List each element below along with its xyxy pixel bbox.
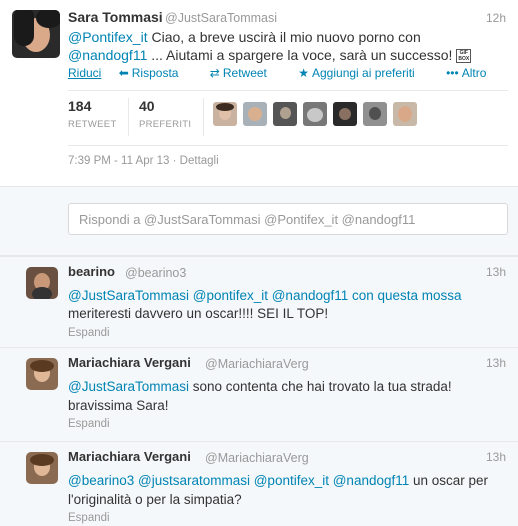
tweet-text: sono contenta che hai trovato la tua str… (189, 379, 452, 394)
favoriter-avatar[interactable] (303, 102, 327, 126)
reply-tweet[interactable]: Mariachiara Vergani @MariachiaraVerg 13h… (0, 348, 518, 442)
favorite-count: 40 (139, 98, 155, 114)
divider (68, 145, 508, 146)
favorite-label: Aggiungi ai preferiti (312, 66, 415, 80)
expand-link[interactable]: Espandi (68, 418, 110, 430)
author-fullname[interactable]: Sara Tommasi (68, 9, 163, 25)
collapse-link[interactable]: Riduci (68, 66, 101, 80)
author-fullname[interactable]: Mariachiara Vergani (68, 355, 191, 370)
author-fullname[interactable]: Mariachiara Vergani (68, 449, 191, 464)
expand-link[interactable]: Espandi (68, 327, 110, 339)
favorite-stat-label: PREFERITI (139, 119, 192, 130)
emoji-box-icon: GIF BOX (456, 49, 472, 64)
mention-link[interactable]: @JustSaraTommasi (68, 379, 189, 394)
favoriter-avatar[interactable] (363, 102, 387, 126)
more-button[interactable]: ••• Altro (446, 66, 500, 80)
tweet-text-line-1: @JustSaraTommasi sono contenta che hai t… (68, 379, 452, 394)
avatar[interactable] (12, 10, 60, 58)
expand-link[interactable]: Espandi (68, 512, 110, 524)
more-label: Altro (461, 66, 487, 80)
retweet-button[interactable]: ⇄ Retweet (210, 66, 281, 80)
divider (203, 98, 204, 136)
mention-link[interactable]: @bearino3 @justsaratommasi @pontifex_it … (68, 473, 409, 488)
mention-link[interactable]: @Pontifex_it (68, 29, 148, 45)
tweet-text-line-2: meriteresti davvero un oscar!!!! SEI IL … (68, 306, 329, 321)
ellipsis-icon: ••• (446, 66, 459, 80)
author-username[interactable]: @bearino3 (125, 266, 186, 280)
reply-tweet[interactable]: bearino @bearino3 13h @JustSaraTommasi @… (0, 256, 518, 348)
retweet-count: 184 (68, 98, 92, 114)
star-icon: ★ (298, 66, 309, 80)
reply-label: Risposta (131, 66, 179, 80)
retweet-stat[interactable]: 184 RETWEET (68, 98, 117, 130)
tweet-text-line-2: @nandogf11 ... Aiutami a spargere la voc… (68, 47, 472, 64)
reply-input[interactable]: Rispondi a @JustSaraTommasi @Pontifex_it… (68, 203, 508, 235)
tweet-time[interactable]: 13h (486, 450, 506, 464)
tweet-time[interactable]: 12h (486, 11, 506, 25)
favoriter-avatar[interactable] (243, 102, 267, 126)
tweet-stats: 184 RETWEET 40 PREFERITI (68, 98, 508, 142)
reply-button[interactable]: ⬅︎ Risposta (119, 66, 193, 80)
author-fullname[interactable]: bearino (68, 264, 115, 279)
tweet-actions: Riduci ⬅︎ Risposta ⇄ Retweet ★ Aggiungi ai … (68, 66, 514, 80)
author-username[interactable]: @MariachiaraVerg (205, 451, 309, 465)
tweet-text-line-1: @JustSaraTommasi @pontifex_it @nandogf11… (68, 288, 462, 303)
reply-arrow-icon: ⬅︎ (118, 66, 129, 80)
tweet-text: Ciao, a breve uscirà il mio nuovo porno … (147, 29, 421, 45)
reply-input-text: Rispondi a @JustSaraTommasi @Pontifex_it… (79, 212, 416, 227)
tweet-text: un oscar per (409, 473, 489, 488)
avatar[interactable] (26, 358, 58, 390)
retweet-stat-label: RETWEET (68, 119, 117, 130)
author-username[interactable]: @MariachiaraVerg (205, 357, 309, 371)
reply-area: Rispondi a @JustSaraTommasi @Pontifex_it… (0, 186, 518, 256)
main-tweet: Sara Tommasi @JustSaraTommasi 12h @Ponti… (0, 0, 518, 186)
tweet-time[interactable]: 13h (486, 265, 506, 279)
details-link[interactable]: Dettagli (180, 155, 219, 167)
divider (68, 90, 508, 91)
tweet-text: ... Aiutami a spargere la voce, sarà un … (147, 47, 457, 63)
tweet-text-line-1: @Pontifex_it Ciao, a breve uscirà il mio… (68, 29, 421, 45)
tweet-text-line-2: bravissima Sara! (68, 398, 169, 413)
mention-link[interactable]: @nandogf11 (68, 47, 147, 63)
tweet-meta: 7:39 PM - 11 Apr 13 · Dettagli (68, 155, 219, 167)
favoriter-avatar[interactable] (273, 102, 297, 126)
favoriter-avatar[interactable] (333, 102, 357, 126)
favoriter-avatar[interactable] (393, 102, 417, 126)
tweet-time[interactable]: 13h (486, 356, 506, 370)
favoriter-avatar[interactable] (213, 102, 237, 126)
divider (128, 98, 129, 136)
author-username[interactable]: @JustSaraTommasi (165, 11, 277, 25)
mention-link[interactable]: @JustSaraTommasi @pontifex_it @nandogf11… (68, 288, 462, 303)
reply-tweet[interactable]: Mariachiara Vergani @MariachiaraVerg 13h… (0, 442, 518, 526)
avatar[interactable] (26, 452, 58, 484)
tweet-text-line-1: @bearino3 @justsaratommasi @pontifex_it … (68, 473, 488, 488)
avatar[interactable] (26, 267, 58, 299)
tweet-text-line-2: l'originalità o per la simpatia? (68, 492, 242, 507)
favorite-button[interactable]: ★ Aggiungi ai preferiti (298, 66, 429, 80)
retweet-label: Retweet (222, 66, 267, 80)
retweet-icon: ⇄ (209, 66, 220, 80)
favorite-stat[interactable]: 40 PREFERITI (139, 98, 191, 130)
tweet-datetime[interactable]: 7:39 PM - 11 Apr 13 (68, 155, 169, 167)
